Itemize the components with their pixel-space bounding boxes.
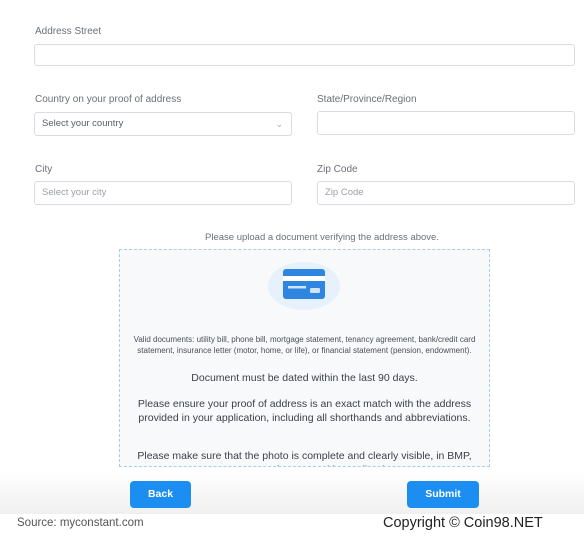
footer-shade	[0, 470, 584, 514]
city-input[interactable]: Select your city	[34, 181, 292, 205]
exact-match-notice: Please ensure your proof of address is a…	[137, 398, 472, 424]
city-label: City	[35, 164, 53, 175]
format-notice: Please make sure that the photo is compl…	[137, 450, 472, 466]
address-street-input[interactable]	[34, 44, 575, 66]
source-credit: Source: myconstant.com	[17, 517, 144, 529]
zip-input[interactable]: Zip Code	[317, 181, 575, 205]
copyright-credit: Copyright © Coin98.NET	[383, 515, 543, 531]
upload-dropzone[interactable]: Valid documents: utility bill, phone bil…	[119, 249, 490, 467]
upload-instruction: Please upload a document verifying the a…	[205, 232, 439, 243]
zip-label: Zip Code	[317, 164, 358, 175]
state-input[interactable]	[317, 111, 575, 135]
state-label: State/Province/Region	[317, 94, 417, 105]
valid-documents-text: Valid documents: utility bill, phone bil…	[133, 335, 476, 355]
dated-notice: Document must be dated within the last 9…	[191, 372, 418, 384]
back-button[interactable]: Back	[130, 481, 191, 508]
country-select[interactable]: Select your country ⌄	[34, 112, 292, 136]
credit-card-icon	[268, 262, 340, 310]
country-label: Country on your proof of address	[35, 94, 182, 105]
country-select-value: Select your country	[42, 118, 124, 129]
chevron-down-icon: ⌄	[275, 119, 283, 129]
address-street-label: Address Street	[35, 26, 102, 37]
submit-button[interactable]: Submit	[407, 481, 479, 508]
